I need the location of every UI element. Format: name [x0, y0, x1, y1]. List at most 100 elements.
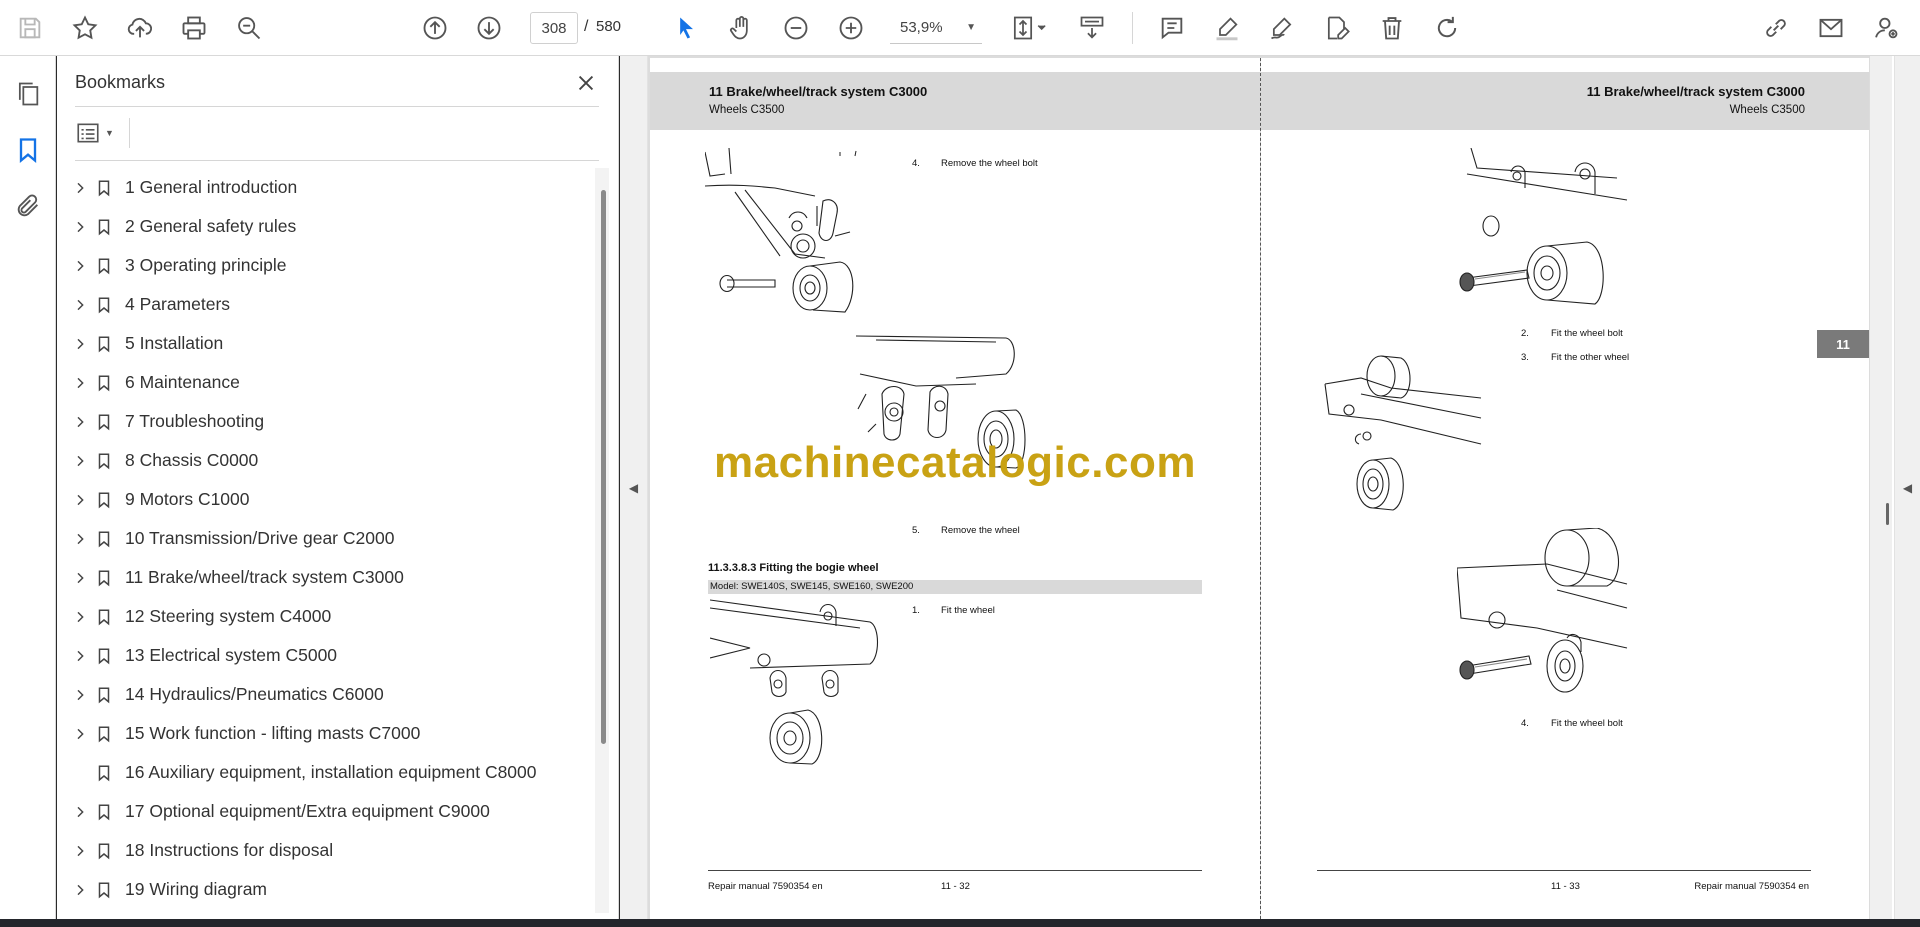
chevron-right-icon[interactable]	[71, 608, 89, 626]
footer-rule	[708, 870, 1202, 871]
collapse-right-panel-button[interactable]: ◀	[1894, 56, 1920, 919]
step-number: 4.	[1521, 718, 1529, 729]
delete-icon[interactable]	[1374, 10, 1410, 46]
document-scroll-thumb[interactable]	[1886, 503, 1889, 525]
bookmark-item[interactable]: 15 Work function - lifting masts C7000	[57, 714, 587, 753]
page-up-icon[interactable]	[417, 10, 453, 46]
bookmark-icon	[95, 645, 113, 667]
bookmark-icon	[95, 372, 113, 394]
step-text: Remove the wheel bolt	[941, 158, 1038, 169]
top-toolbar: / 580 53,9% ▼	[0, 0, 1920, 56]
bookmark-icon	[95, 528, 113, 550]
bookmark-item[interactable]: 19 Wiring diagram	[57, 870, 587, 909]
step-number: 5.	[912, 525, 920, 536]
bookmark-label: 8 Chassis C0000	[125, 450, 259, 470]
bookmark-icon	[95, 567, 113, 589]
chevron-right-icon[interactable]	[71, 218, 89, 236]
account-icon[interactable]	[1868, 10, 1904, 46]
highlight-icon[interactable]	[1209, 10, 1245, 46]
close-icon[interactable]	[571, 68, 601, 98]
document-page-left: 11 Brake/wheel/track system C3000 Wheels…	[650, 58, 1260, 919]
attachments-icon[interactable]	[10, 188, 46, 224]
chevron-right-icon[interactable]	[71, 413, 89, 431]
scroll-mode-icon[interactable]	[1074, 10, 1110, 46]
chevron-right-icon[interactable]	[71, 647, 89, 665]
zoom-search-icon[interactable]	[231, 10, 267, 46]
bookmark-item[interactable]: 17 Optional equipment/Extra equipment C9…	[57, 792, 587, 831]
bookmark-item[interactable]: 8 Chassis C0000	[57, 441, 587, 480]
zoom-select[interactable]: 53,9% ▼	[890, 12, 982, 44]
chevron-right-icon[interactable]	[71, 569, 89, 587]
chevron-right-icon[interactable]	[71, 452, 89, 470]
sign-icon[interactable]	[1264, 10, 1300, 46]
chevron-right-icon[interactable]	[71, 374, 89, 392]
bookmark-item[interactable]: 10 Transmission/Drive gear C2000	[57, 519, 587, 558]
bookmarks-icon[interactable]	[10, 132, 46, 168]
chevron-right-icon[interactable]	[71, 881, 89, 899]
step-number: 2.	[1521, 328, 1529, 339]
rotate-icon[interactable]	[1429, 10, 1465, 46]
save-icon[interactable]	[12, 10, 48, 46]
bookmark-label: 19 Wiring diagram	[125, 879, 267, 899]
bookmark-item[interactable]: 5 Installation	[57, 324, 587, 363]
star-icon[interactable]	[67, 10, 103, 46]
share-link-icon[interactable]	[1758, 10, 1794, 46]
bookmark-item[interactable]: 4 Parameters	[57, 285, 587, 324]
zoom-out-icon[interactable]	[778, 10, 814, 46]
bookmark-item[interactable]: 6 Maintenance	[57, 363, 587, 402]
bookmark-item[interactable]: 3 Operating principle	[57, 246, 587, 285]
model-bar: Model: SWE140S, SWE145, SWE160, SWE200	[708, 580, 1202, 594]
pages-icon[interactable]	[10, 76, 46, 112]
email-icon[interactable]	[1813, 10, 1849, 46]
bookmark-icon	[95, 762, 113, 784]
document-scrollbar[interactable]	[1870, 56, 1892, 919]
bookmark-options-button[interactable]: ▼	[75, 118, 125, 148]
page-down-icon[interactable]	[471, 10, 507, 46]
chevron-right-icon[interactable]	[71, 296, 89, 314]
bookmark-label: 13 Electrical system C5000	[125, 645, 338, 665]
bookmark-label: 14 Hydraulics/Pneumatics C6000	[125, 684, 384, 704]
zoom-value: 53,9%	[900, 19, 943, 36]
bookmark-icon	[95, 216, 113, 238]
bookmark-icon	[95, 606, 113, 628]
illustration-marks	[839, 150, 857, 157]
fit-page-icon[interactable]	[1004, 10, 1056, 46]
footer-page-number: 11 - 33	[1551, 881, 1580, 892]
bookmarks-scroll-thumb[interactable]	[601, 190, 606, 744]
bookmark-icon	[95, 684, 113, 706]
comment-icon[interactable]	[1154, 10, 1190, 46]
bookmark-icon	[95, 801, 113, 823]
illustration-fit-bolt-2	[1457, 528, 1628, 693]
bookmark-label: 12 Steering system C4000	[125, 606, 332, 626]
page-number-input[interactable]	[530, 12, 578, 44]
chevron-right-icon[interactable]	[71, 686, 89, 704]
bookmark-item[interactable]: 12 Steering system C4000	[57, 597, 587, 636]
fill-sign-icon[interactable]	[1319, 10, 1355, 46]
footer-manual: Repair manual 7590354 en	[1694, 881, 1809, 892]
chevron-right-icon[interactable]	[71, 335, 89, 353]
select-cursor-icon[interactable]	[668, 10, 704, 46]
chevron-right-icon[interactable]	[71, 491, 89, 509]
print-icon[interactable]	[176, 10, 212, 46]
chevron-right-icon[interactable]	[71, 179, 89, 197]
bookmark-item[interactable]: 16 Auxiliary equipment, installation equ…	[57, 753, 587, 792]
bookmark-item[interactable]: 1 General introduction	[57, 168, 587, 207]
chevron-right-icon[interactable]	[71, 803, 89, 821]
bookmark-label: 9 Motors C1000	[125, 489, 250, 509]
bookmark-item[interactable]: 18 Instructions for disposal	[57, 831, 587, 870]
upload-icon[interactable]	[122, 10, 158, 46]
bookmark-item[interactable]: 2 General safety rules	[57, 207, 587, 246]
chevron-right-icon[interactable]	[71, 257, 89, 275]
bookmark-item[interactable]: 9 Motors C1000	[57, 480, 587, 519]
bookmark-item[interactable]: 7 Troubleshooting	[57, 402, 587, 441]
chevron-right-icon[interactable]	[71, 842, 89, 860]
bookmark-item[interactable]: 13 Electrical system C5000	[57, 636, 587, 675]
zoom-in-icon[interactable]	[833, 10, 869, 46]
toolbar-divider	[1132, 12, 1133, 44]
hand-icon[interactable]	[723, 10, 759, 46]
collapse-left-panel-button[interactable]: ◀	[620, 56, 648, 919]
chevron-right-icon[interactable]	[71, 725, 89, 743]
bookmark-item[interactable]: 11 Brake/wheel/track system C3000	[57, 558, 587, 597]
bookmark-item[interactable]: 14 Hydraulics/Pneumatics C6000	[57, 675, 587, 714]
chevron-right-icon[interactable]	[71, 530, 89, 548]
